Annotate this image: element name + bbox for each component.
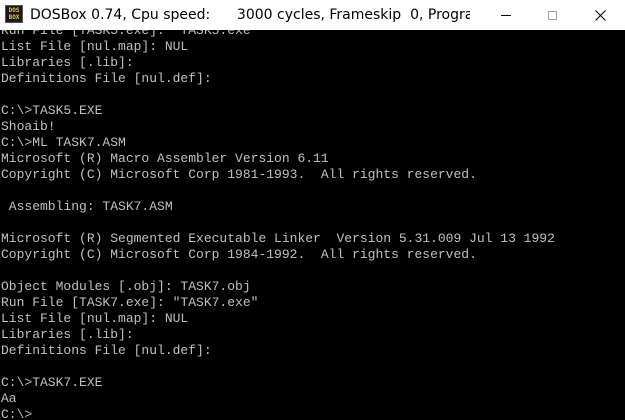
console-line: Shoaib! — [1, 119, 56, 134]
console-line: Run File [TASK7.exe]: "TASK7.exe" — [1, 295, 259, 310]
close-icon — [594, 9, 606, 21]
console-line: C:\>TASK7.EXE — [1, 375, 103, 390]
console-line: Aa — [1, 391, 17, 406]
console-line: C:\> — [1, 407, 33, 420]
console-line: Microsoft (R) Segmented Executable Linke… — [1, 231, 555, 246]
dosbox-window: DOS BOX DOSBox 0.74, Cpu speed: 3000 cyc… — [0, 0, 625, 420]
console-line: Assembling: TASK7.ASM — [1, 199, 173, 214]
console-line: Copyright (C) Microsoft Corp 1984-1992. … — [1, 247, 477, 262]
maximize-icon — [547, 10, 557, 20]
console-line: Libraries [.lib]: — [1, 327, 134, 342]
console-line: Microsoft (R) Macro Assembler Version 6.… — [1, 151, 329, 166]
window-title: DOSBox 0.74, Cpu speed: 3000 cycles, Fra… — [30, 7, 470, 23]
console-line: C:\>TASK5.EXE — [1, 103, 103, 118]
console-line: Copyright (C) Microsoft Corp 1981-1993. … — [1, 167, 477, 182]
console-line: Object Modules [.obj]: TASK7.obj — [1, 279, 251, 294]
app-icon-label-bottom: BOX — [8, 14, 20, 21]
console-line: Libraries [.lib]: — [1, 55, 134, 70]
title-bar[interactable]: DOS BOX DOSBox 0.74, Cpu speed: 3000 cyc… — [0, 0, 625, 30]
close-button[interactable] — [575, 0, 625, 30]
console-line: List File [nul.map]: NUL — [1, 39, 189, 54]
console-line: Run File [TASK5.exe]: "TASK5.exe" — [1, 30, 259, 38]
console-line: C:\>ML TASK7.ASM — [1, 135, 126, 150]
dosbox-app-icon[interactable]: DOS BOX — [5, 5, 23, 23]
minimize-button[interactable] — [483, 0, 529, 30]
dos-console-output[interactable]: Run File [TASK5.exe]: "TASK5.exe" List Fi… — [0, 30, 625, 420]
console-line: Definitions File [nul.def]: — [1, 343, 212, 358]
console-line: List File [nul.map]: NUL — [1, 311, 189, 326]
console-line: Definitions File [nul.def]: — [1, 71, 212, 86]
minimize-icon — [501, 14, 511, 16]
maximize-button[interactable] — [529, 0, 575, 30]
app-icon-label-top: DOS — [8, 7, 20, 14]
